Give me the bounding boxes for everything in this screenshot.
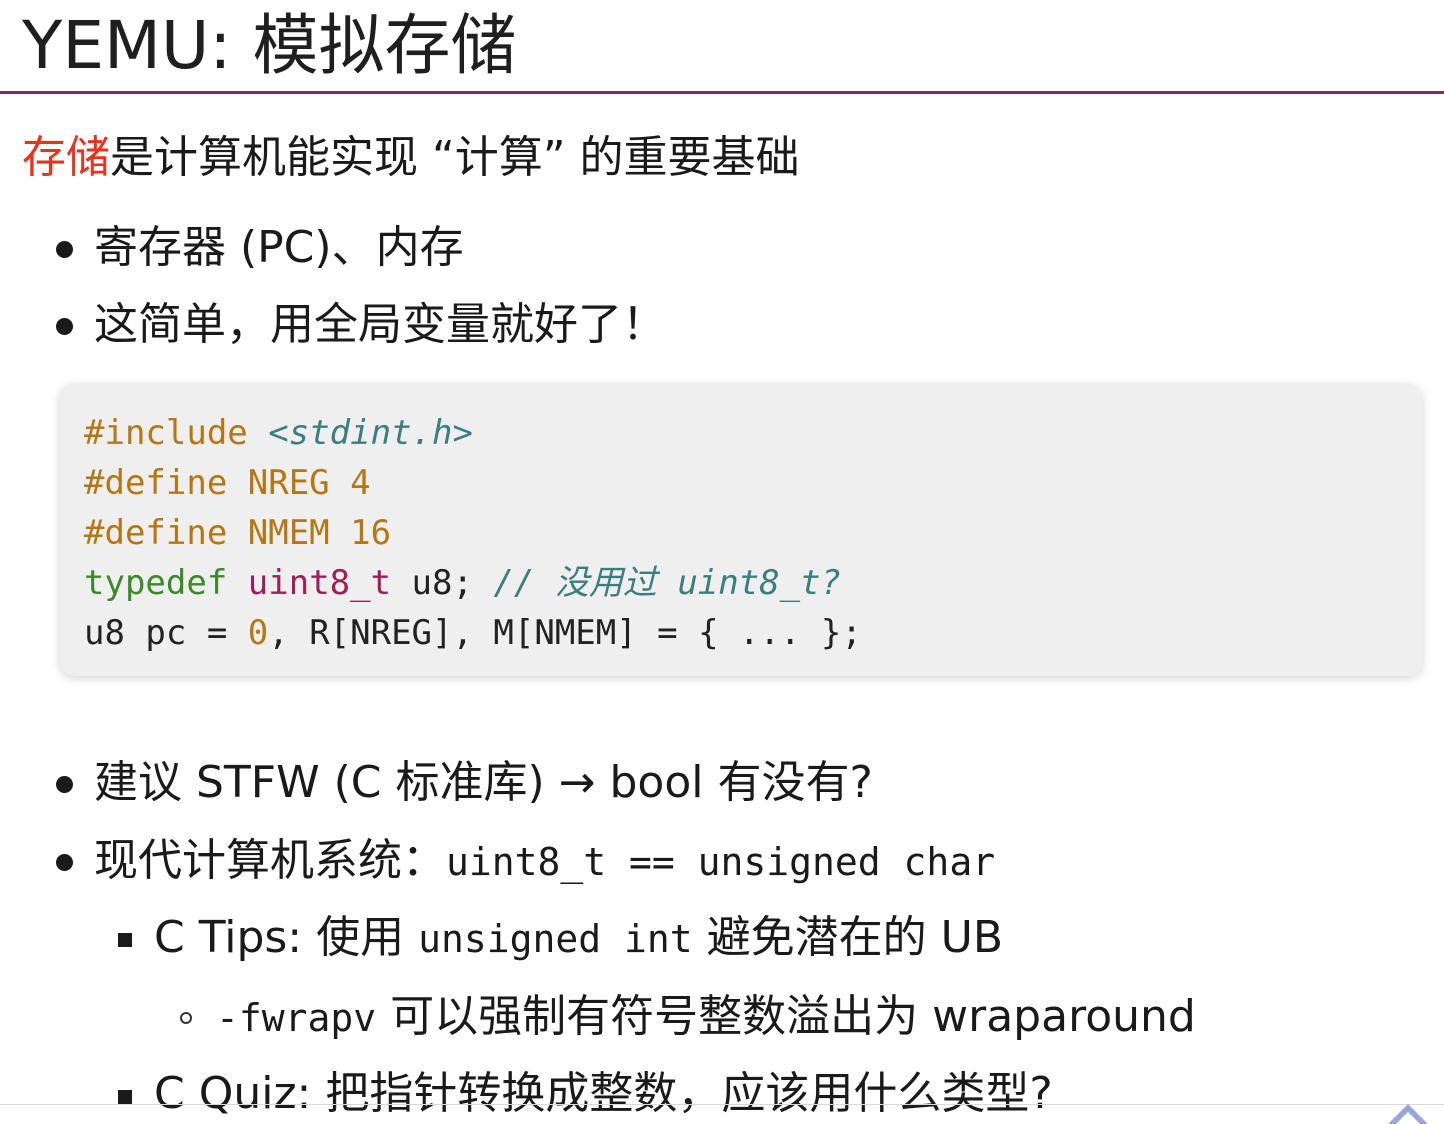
bullet-dot <box>56 241 73 258</box>
bullet-item-1: 寄存器 (PC)、内存 <box>94 222 464 273</box>
sub-text: 避免潜在的 UB <box>706 912 1004 963</box>
code-header: <stdint.h> <box>268 413 473 453</box>
code-block: #include <stdint.h> #define NREG 4 #defi… <box>60 384 1422 676</box>
code-line-2: #define NREG 4 <box>84 463 371 503</box>
code-line-1: #include <stdint.h> <box>84 408 473 458</box>
subsub-text: 可以强制有符号整数溢出为 wraparound <box>390 991 1196 1042</box>
code-text: u8 pc = <box>84 613 248 653</box>
bullet-item-3: 建议 STFW (C 标准库) → bool 有没有? <box>94 757 873 808</box>
intro-rest: 是计算机能实现 “计算” 的重要基础 <box>110 132 800 183</box>
subsub-bullet-circle <box>180 1012 192 1024</box>
code-line-3: #define NMEM 16 <box>84 513 392 553</box>
code-type: uint8_t <box>247 563 392 603</box>
sub-item-1: C Tips: 使用 unsigned int 避免潜在的 UB <box>154 908 1003 969</box>
code-directive: #include <box>84 413 248 453</box>
code-text: u8; <box>391 563 494 603</box>
bullet-text: 现代计算机系统： <box>94 835 446 886</box>
page-title: YEMU: 模拟存储 <box>22 7 517 84</box>
sub-text: C Tips: 使用 <box>154 912 405 963</box>
bullet-item-4: 现代计算机系统：uint8_t == unsigned char <box>94 831 995 892</box>
bullet-dot <box>56 854 73 871</box>
code-line-4: typedef uint8_t u8; // 没用过 uint8_t? <box>84 558 841 608</box>
subsub-item-1: -fwrapv 可以强制有符号整数溢出为 wraparound <box>216 987 1196 1048</box>
inline-code: -fwrapv <box>216 996 377 1040</box>
inline-code: uint8_t == unsigned char <box>446 840 996 884</box>
bullet-item-2: 这简单，用全局变量就好了！ <box>94 299 666 350</box>
code-number: 0 <box>247 613 269 653</box>
code-line-5: u8 pc = 0, R[NREG], M[NMEM] = { ... }; <box>84 608 862 658</box>
title-bar: YEMU: 模拟存储 <box>0 0 1444 94</box>
bottom-rule <box>0 1104 1444 1105</box>
sub-bullet-square <box>118 1090 132 1104</box>
bullet-dot <box>56 776 73 793</box>
intro-line: 存储是计算机能实现 “计算” 的重要基础 <box>22 128 800 188</box>
chevron-up-icon[interactable] <box>1386 1102 1430 1124</box>
code-comment: // 没用过 uint8_t? <box>493 563 842 603</box>
intro-highlight: 存储 <box>22 132 110 183</box>
sub-item-2: C Quiz: 把指针转换成整数，应该用什么类型? <box>154 1068 1053 1119</box>
inline-code: unsigned int <box>418 917 693 961</box>
code-keyword: typedef <box>84 563 228 603</box>
bullet-dot <box>56 318 73 335</box>
sub-bullet-square <box>118 933 132 947</box>
code-text: , R[NREG], M[NMEM] = { ... }; <box>268 613 862 653</box>
